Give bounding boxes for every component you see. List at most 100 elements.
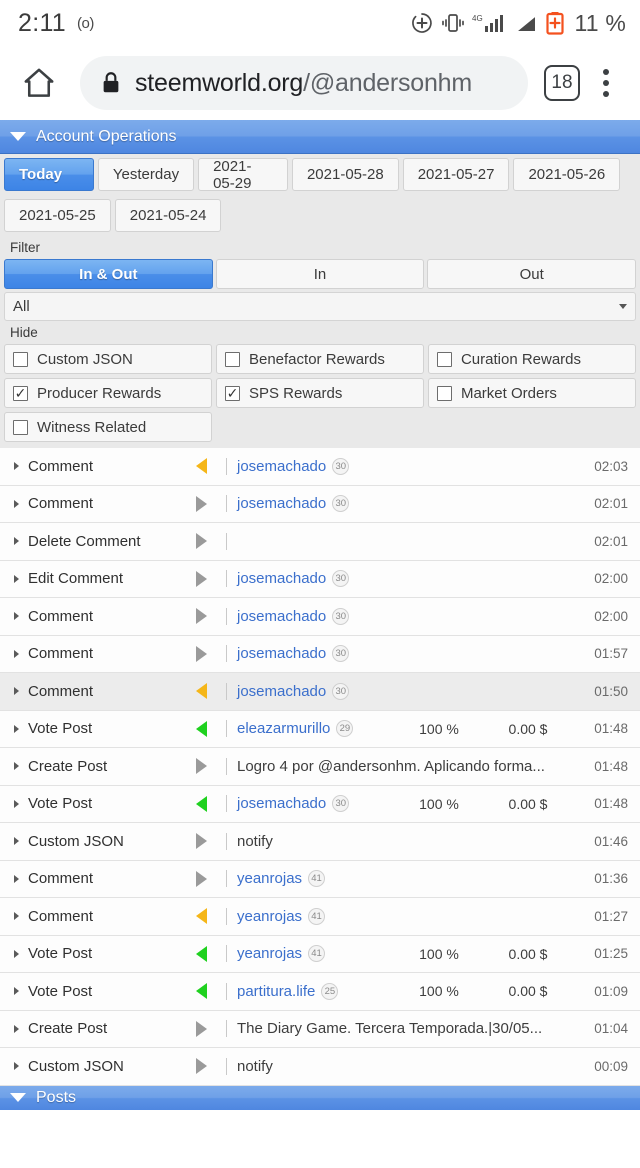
- account-link[interactable]: josemachado: [237, 645, 326, 662]
- hide-checkbox-sps-rewards[interactable]: ✓ SPS Rewards: [215, 378, 424, 408]
- direction-filter-in-out[interactable]: In & Out: [4, 259, 213, 289]
- hide-checkbox-market-orders[interactable]: ✓ Market Orders: [427, 378, 636, 408]
- date-tab-label: Today: [19, 166, 63, 183]
- account-link[interactable]: yeanrojas: [237, 945, 302, 962]
- expand-row-icon[interactable]: [14, 799, 19, 808]
- operation-timestamp: 01:48: [594, 758, 628, 774]
- hide-checkbox-custom-json[interactable]: ✓ Custom JSON: [4, 344, 212, 374]
- table-row[interactable]: Edit Comment josemachado 30 02:00: [0, 560, 640, 598]
- account-link[interactable]: josemachado: [237, 608, 326, 625]
- operation-type-select[interactable]: All: [4, 292, 636, 321]
- account-link[interactable]: eleazarmurillo: [237, 720, 330, 737]
- expand-row-icon[interactable]: [14, 949, 19, 958]
- account-link[interactable]: josemachado: [237, 458, 326, 475]
- date-tab-yesterday[interactable]: Yesterday: [97, 158, 195, 191]
- direction-indicator: [178, 870, 224, 887]
- hide-checkbox-producer-rewards[interactable]: ✓ Producer Rewards: [4, 378, 212, 408]
- table-row[interactable]: Custom JSON notify 01:46: [0, 823, 640, 861]
- table-row[interactable]: Delete Comment 02:01: [0, 523, 640, 561]
- expand-row-icon[interactable]: [14, 912, 19, 921]
- posts-panel-header[interactable]: Posts: [0, 1085, 640, 1110]
- table-row[interactable]: Comment josemachado 30 02:03: [0, 448, 640, 486]
- table-row[interactable]: Vote Post partitura.life 25 100 % 0.00 $ 01:0…: [0, 973, 640, 1011]
- direction-filter-out[interactable]: Out: [427, 259, 637, 289]
- account-link[interactable]: partitura.life: [237, 983, 315, 1000]
- reputation-badge: 41: [308, 870, 326, 888]
- table-row[interactable]: Comment yeanrojas 41 01:27: [0, 898, 640, 936]
- account-link[interactable]: josemachado: [237, 570, 326, 587]
- account-link[interactable]: yeanrojas: [237, 870, 302, 887]
- overflow-menu-icon[interactable]: [586, 59, 626, 107]
- direction-indicator: [178, 795, 224, 812]
- table-row[interactable]: Vote Post eleazarmurillo 29 100 % 0.00 $ 01:4…: [0, 710, 640, 748]
- date-tab-2021-05-29[interactable]: 2021-05-29: [198, 158, 288, 192]
- expand-row-icon[interactable]: [14, 837, 19, 846]
- date-tab-label: 2021-05-26: [528, 166, 606, 183]
- expand-row-icon[interactable]: [14, 874, 19, 883]
- direction-indicator: [178, 570, 224, 587]
- expand-row-icon[interactable]: [14, 1062, 19, 1071]
- direction-indicator: [178, 983, 224, 1000]
- hide-checkbox-label: Custom JSON: [37, 350, 133, 368]
- checkbox-icon[interactable]: ✓: [224, 385, 240, 401]
- table-row[interactable]: Vote Post yeanrojas 41 100 % 0.00 $ 01:25: [0, 935, 640, 973]
- date-tab-2021-05-27[interactable]: 2021-05-27: [402, 158, 510, 191]
- table-row[interactable]: Comment josemachado 30 01:50: [0, 673, 640, 711]
- expand-row-icon[interactable]: [14, 687, 19, 696]
- expand-row-icon[interactable]: [14, 499, 19, 508]
- hide-checkbox-witness-related[interactable]: ✓ Witness Related: [4, 412, 212, 442]
- direction-filter-in[interactable]: In: [215, 259, 425, 289]
- home-icon[interactable]: [12, 56, 66, 110]
- expand-row-icon[interactable]: [14, 612, 19, 621]
- table-row[interactable]: Create Post The Diary Game. Tercera Tempo…: [0, 1010, 640, 1048]
- date-tab-row: 2021-05-25 2021-05-24: [4, 199, 222, 232]
- date-tab-today[interactable]: Today: [4, 158, 94, 191]
- account-operations-panel-header[interactable]: Account Operations: [0, 120, 640, 154]
- date-tab-row: 2021-05-28 2021-05-27 2021-05-26: [291, 158, 621, 191]
- expand-row-icon[interactable]: [14, 537, 19, 546]
- hide-checkbox-benefactor-rewards[interactable]: ✓ Benefactor Rewards: [215, 344, 424, 374]
- expand-row-icon[interactable]: [14, 462, 19, 471]
- expand-row-icon[interactable]: [14, 1024, 19, 1033]
- expand-row-icon[interactable]: [14, 574, 19, 583]
- date-tab-2021-05-24[interactable]: 2021-05-24: [114, 199, 222, 232]
- table-row[interactable]: Create Post Logro 4 por @andersonhm. Apli…: [0, 748, 640, 786]
- account-link[interactable]: josemachado: [237, 795, 326, 812]
- table-row[interactable]: Comment josemachado 30 01:57: [0, 635, 640, 673]
- tab-counter-button[interactable]: 18: [544, 65, 580, 101]
- reputation-badge: 41: [308, 907, 326, 925]
- date-tab-label: 2021-05-28: [306, 166, 384, 183]
- expand-row-icon[interactable]: [14, 762, 19, 771]
- checkbox-icon[interactable]: ✓: [224, 351, 240, 367]
- operation-timestamp: 01:25: [594, 946, 628, 962]
- incoming-arrow-icon: [195, 795, 207, 812]
- hide-checkbox-curation-rewards[interactable]: ✓ Curation Rewards: [427, 344, 636, 374]
- direction-filter-label: In & Out: [79, 265, 138, 283]
- address-bar[interactable]: steemworld.org/@andersonhm: [80, 56, 528, 110]
- table-row[interactable]: Custom JSON notify 00:09: [0, 1048, 640, 1086]
- date-tab-2021-05-26[interactable]: 2021-05-26: [513, 158, 621, 191]
- direction-filter-label: Out: [519, 265, 544, 283]
- table-row[interactable]: Comment josemachado 30 02:01: [0, 485, 640, 523]
- account-link[interactable]: josemachado: [237, 495, 326, 512]
- expand-row-icon[interactable]: [14, 987, 19, 996]
- checkbox-icon[interactable]: ✓: [436, 385, 452, 401]
- date-tab-row: Today Yesterday 2021-05-29: [4, 158, 288, 192]
- operation-timestamp: 02:01: [594, 533, 628, 549]
- expand-row-icon[interactable]: [14, 724, 19, 733]
- checkbox-icon[interactable]: ✓: [13, 419, 28, 435]
- svg-text:4G: 4G: [472, 14, 483, 23]
- table-row[interactable]: Vote Post josemachado 30 100 % 0.00 $ 01:48: [0, 785, 640, 823]
- checkbox-icon[interactable]: ✓: [13, 351, 28, 367]
- date-tab-2021-05-28[interactable]: 2021-05-28: [291, 158, 399, 191]
- account-link[interactable]: josemachado: [237, 683, 326, 700]
- operation-memo: The Diary Game. Tercera Temporada.|30/05…: [237, 1020, 543, 1038]
- account-link[interactable]: yeanrojas: [237, 908, 302, 925]
- date-tab-2021-05-25[interactable]: 2021-05-25: [4, 199, 111, 232]
- table-row[interactable]: Comment josemachado 30 02:00: [0, 598, 640, 636]
- expand-row-icon[interactable]: [14, 649, 19, 658]
- checkbox-icon[interactable]: ✓: [436, 351, 452, 367]
- checkbox-icon[interactable]: ✓: [13, 385, 28, 401]
- table-row[interactable]: Comment yeanrojas 41 01:36: [0, 860, 640, 898]
- outgoing-arrow-icon: [195, 495, 207, 512]
